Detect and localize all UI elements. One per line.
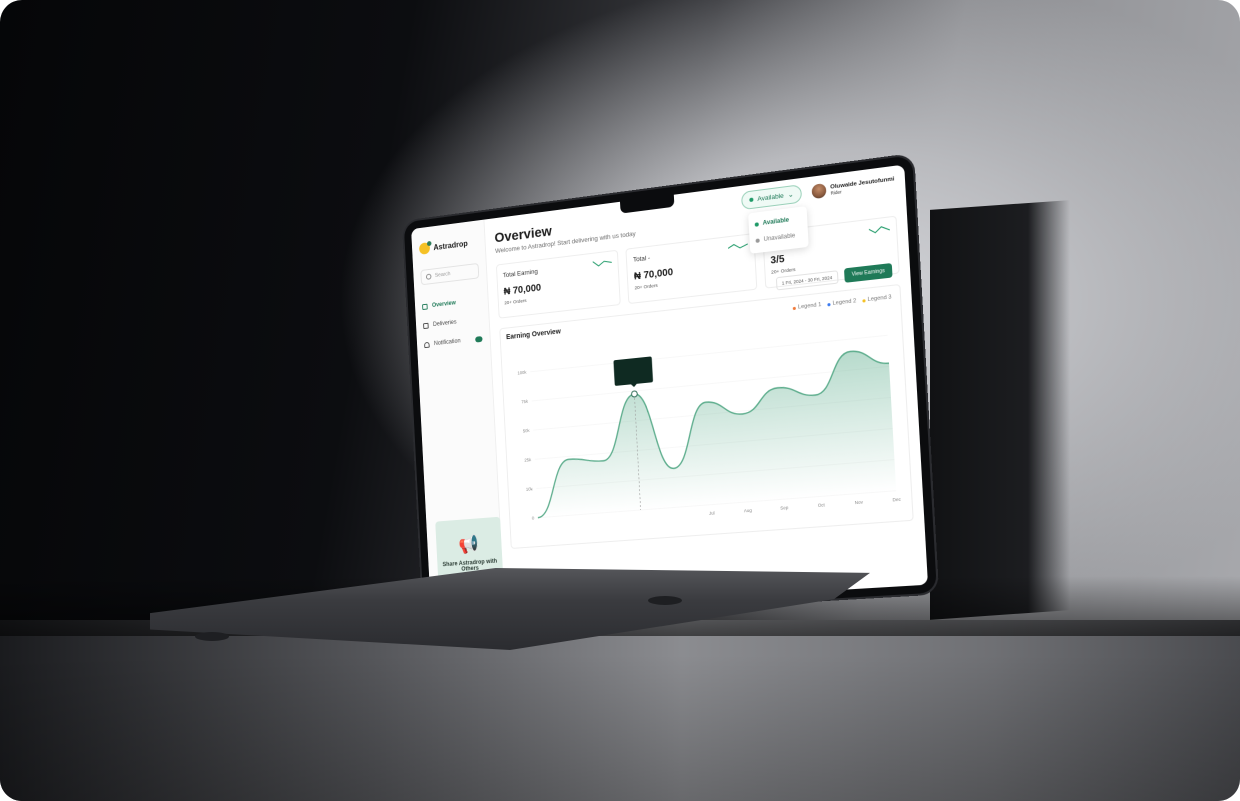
notification-badge (475, 336, 483, 343)
search-placeholder: Search (434, 271, 451, 279)
x-tick-label: Nov (854, 499, 863, 505)
x-tick-label: Jul (709, 510, 715, 516)
gridline (530, 335, 887, 372)
search-icon (425, 273, 432, 280)
main-content: Overview Welcome to Astradrop! Start del… (484, 165, 928, 610)
avatar (811, 183, 827, 200)
chart-tooltip (613, 356, 654, 386)
chevron-down-icon: ⌄ (787, 191, 794, 200)
laptop-foot (648, 596, 682, 605)
sidebar-item-label: Overview (431, 300, 456, 309)
dashboard-app: Astradrop Search Overview Deliveries Not… (411, 165, 928, 615)
highlight-point (631, 391, 637, 397)
laptop-foot (195, 632, 229, 641)
x-tick-label: Aug (744, 508, 753, 514)
legend-label: Legend 2 (832, 298, 857, 307)
brand-name: Astradrop (433, 238, 468, 252)
status-option-label: Available (762, 217, 790, 227)
package-icon (423, 322, 429, 330)
laptop-lid: Astradrop Search Overview Deliveries Not… (403, 155, 937, 623)
y-tick-label: 75k (521, 399, 529, 405)
brand[interactable]: Astradrop (418, 236, 478, 255)
x-tick-label: Sep (780, 505, 789, 511)
earning-chart: 0 10k 25k 50k 75k 100k Jul Aug Sep Oct Nov Dec (517, 303, 902, 521)
tooltip-pointer (631, 383, 637, 388)
grid-icon (422, 303, 428, 311)
y-tick-label: 50k (523, 428, 531, 434)
megaphone-icon: 📢 (458, 533, 480, 555)
search-input[interactable]: Search (420, 262, 480, 286)
logo-icon (418, 242, 431, 255)
status-option-label: Unavailable (763, 233, 796, 244)
series-area (530, 347, 897, 518)
laptop-screen: Astradrop Search Overview Deliveries Not… (411, 164, 928, 615)
x-tick-label: Oct (818, 502, 826, 508)
wall-shadow (930, 200, 1070, 620)
y-tick-label: 100k (517, 370, 527, 376)
legend-label: Legend 1 (797, 301, 822, 311)
y-tick-label: 25k (524, 457, 532, 463)
bell-icon (424, 341, 430, 349)
y-tick-label: 0 (532, 515, 535, 520)
stat-card-earning[interactable]: Total Earning ₦ 70,000 20+ Orders (495, 249, 622, 319)
status-menu: Available Unavailable (748, 206, 809, 254)
status-dot (749, 197, 754, 203)
sidebar-item-label: Deliveries (432, 319, 457, 328)
x-tick-label: Dec (892, 496, 902, 502)
y-tick-label: 10k (526, 486, 534, 492)
background-scene: Astradrop Search Overview Deliveries Not… (0, 0, 1240, 801)
earning-overview-card: 1 Fri, 2024 - 30 Fri, 2024 View Earnings… (499, 262, 914, 549)
sidebar-item-label: Notification (433, 338, 461, 348)
legend-label: Legend 3 (867, 294, 892, 304)
status-current: Available (757, 192, 784, 203)
stat-card-total[interactable]: Total - ₦ 70,000 20+ Orders (625, 233, 758, 305)
